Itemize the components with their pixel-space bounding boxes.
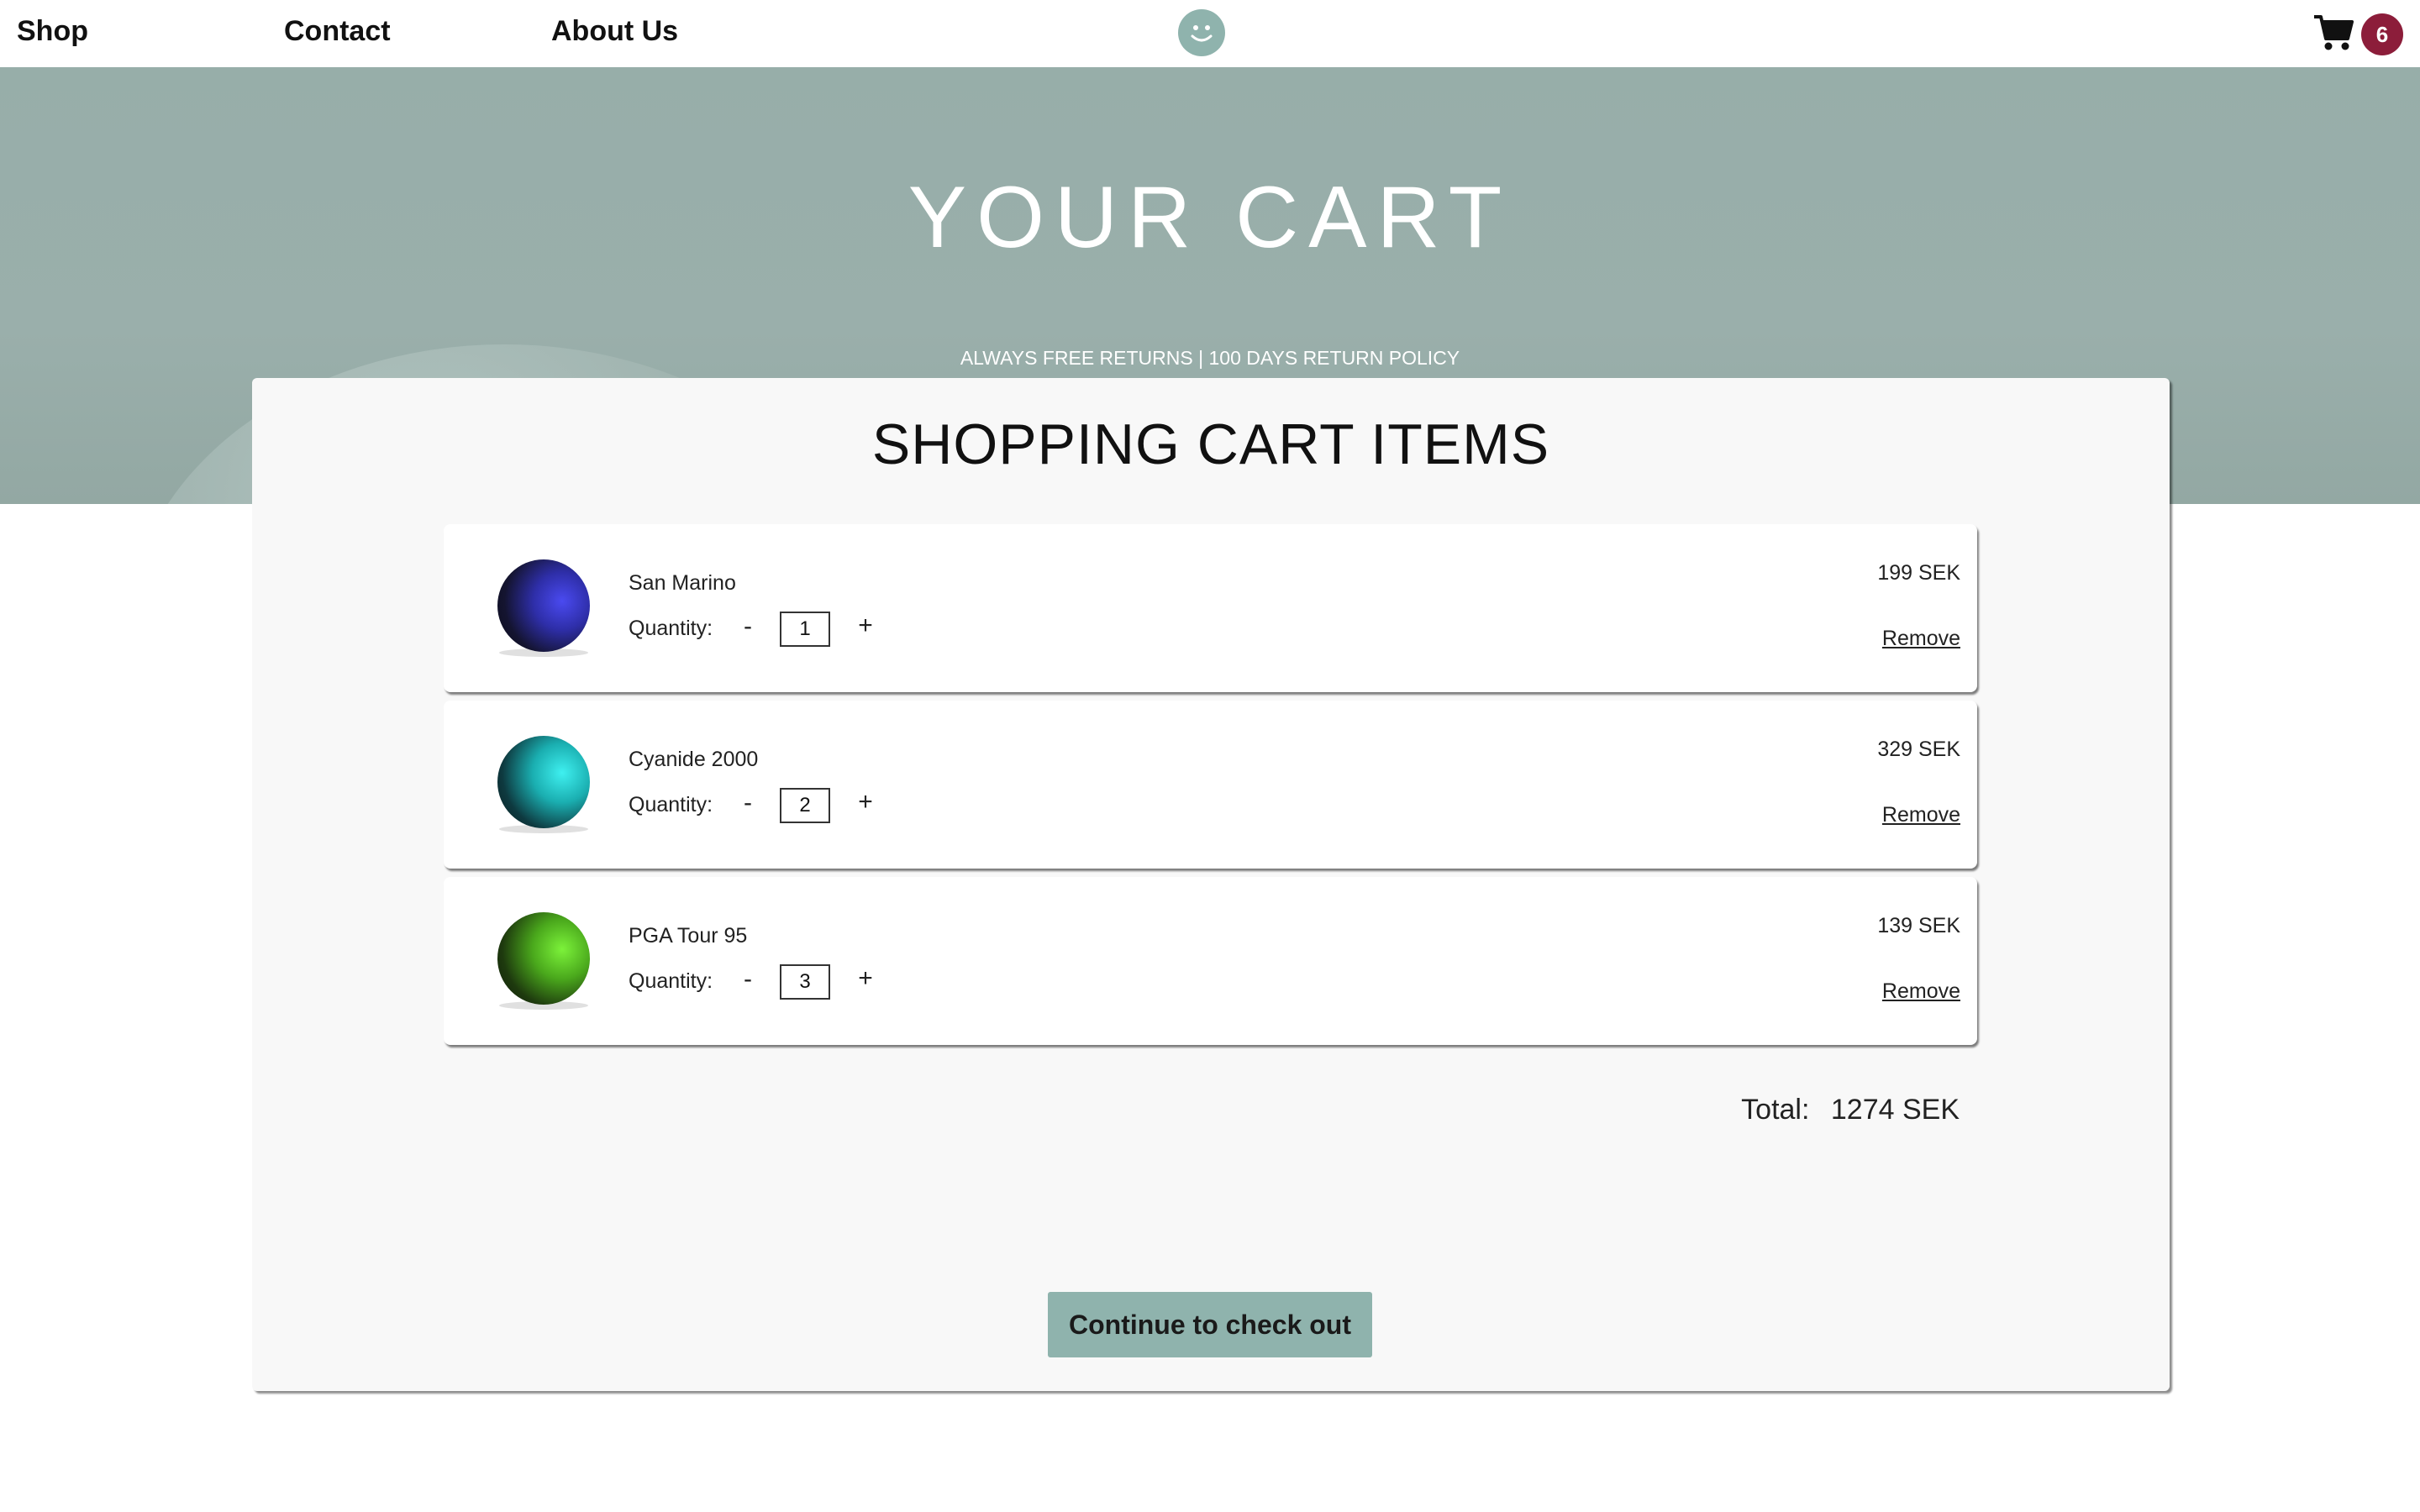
total-value: 1274 SEK xyxy=(1830,1094,1960,1126)
decrease-quantity-button[interactable]: - xyxy=(738,788,758,818)
remove-item-link[interactable]: Remove xyxy=(1882,979,1960,1004)
quantity-field[interactable]: 3 xyxy=(780,964,830,1000)
product-image xyxy=(497,736,590,828)
cart-count-badge: 6 xyxy=(2361,13,2403,55)
cart-item: Cyanide 2000 Quantity: - 2 + 329 SEK Rem… xyxy=(444,701,1977,869)
nav-link-contact[interactable]: Contact xyxy=(284,15,391,48)
hero-subtitle: ALWAYS FREE RETURNS | 100 DAYS RETURN PO… xyxy=(960,347,1460,369)
product-image xyxy=(497,559,590,652)
decrease-quantity-button[interactable]: - xyxy=(738,964,758,995)
quantity-field[interactable]: 2 xyxy=(780,788,830,823)
quantity-label: Quantity: xyxy=(629,617,713,640)
product-price: 139 SEK xyxy=(1877,914,1960,937)
hero-title: YOUR CART xyxy=(908,169,1512,266)
cart-item: San Marino Quantity: - 1 + 199 SEK Remov… xyxy=(444,524,1977,692)
cart-heading: SHOPPING CART ITEMS xyxy=(871,412,1550,476)
cart-button[interactable]: 6 xyxy=(2312,12,2405,55)
top-navigation: Shop Contact About Us 6 xyxy=(0,0,2420,67)
nav-link-shop[interactable]: Shop xyxy=(17,15,88,48)
increase-quantity-button[interactable]: + xyxy=(854,786,877,818)
cart-panel: SHOPPING CART ITEMS San Marino Quantity:… xyxy=(252,378,2170,1391)
smiley-face-icon[interactable] xyxy=(1178,9,1225,56)
quantity-label: Quantity: xyxy=(629,793,713,816)
product-price: 199 SEK xyxy=(1877,561,1960,585)
shopping-cart-icon xyxy=(2314,15,2354,50)
cart-total: Total: 1274 SEK xyxy=(1741,1094,1960,1126)
checkout-button[interactable]: Continue to check out xyxy=(1048,1292,1372,1357)
total-label: Total: xyxy=(1741,1094,1810,1126)
product-name: San Marino xyxy=(629,571,736,595)
product-name: Cyanide 2000 xyxy=(629,748,759,771)
increase-quantity-button[interactable]: + xyxy=(854,963,877,995)
remove-item-link[interactable]: Remove xyxy=(1882,627,1960,651)
quantity-field[interactable]: 1 xyxy=(780,612,830,647)
product-price: 329 SEK xyxy=(1877,738,1960,761)
decrease-quantity-button[interactable]: - xyxy=(738,612,758,642)
cart-item: PGA Tour 95 Quantity: - 3 + 139 SEK Remo… xyxy=(444,877,1977,1045)
increase-quantity-button[interactable]: + xyxy=(854,610,877,642)
nav-link-about-us[interactable]: About Us xyxy=(551,15,678,48)
quantity-label: Quantity: xyxy=(629,969,713,993)
remove-item-link[interactable]: Remove xyxy=(1882,803,1960,827)
product-name: PGA Tour 95 xyxy=(629,924,748,948)
product-image xyxy=(497,912,590,1005)
